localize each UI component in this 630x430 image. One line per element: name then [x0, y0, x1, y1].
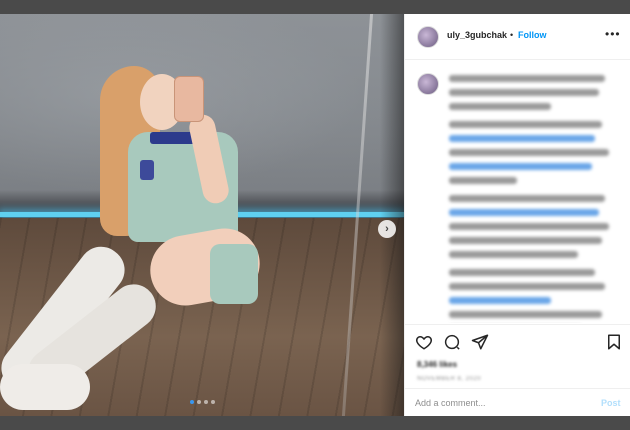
- caption-line: [449, 149, 609, 156]
- post-photo[interactable]: ›: [0, 14, 404, 416]
- post-modal: › uly_3gubchak • Follow ••• 8,346 likes …: [0, 14, 630, 416]
- caption-line: [449, 103, 551, 110]
- separator-dot: •: [510, 30, 514, 40]
- likes-count[interactable]: 8,346 likes: [417, 360, 457, 369]
- caption-line: [449, 311, 602, 318]
- avatar[interactable]: [417, 26, 439, 48]
- username-link[interactable]: uly_3gubchak: [447, 30, 507, 40]
- action-bar: [405, 324, 630, 354]
- caption-line: [449, 297, 551, 304]
- carousel-dot: [204, 400, 208, 404]
- top-band: [0, 0, 630, 14]
- caption-line: [449, 163, 592, 170]
- caption-line: [449, 75, 606, 82]
- post-comment-button[interactable]: Post: [601, 398, 621, 408]
- caption-area: [405, 61, 630, 323]
- caption-avatar[interactable]: [417, 73, 439, 95]
- caption-line: [449, 283, 606, 290]
- comment-icon[interactable]: [443, 333, 461, 351]
- bottom-band: [0, 416, 630, 430]
- comment-bar: Post: [405, 388, 630, 416]
- caption-line: [449, 269, 596, 276]
- caption-line: [449, 121, 602, 128]
- post-header: uly_3gubchak • Follow •••: [405, 14, 630, 60]
- carousel-dot: [211, 400, 215, 404]
- follow-button[interactable]: Follow: [518, 30, 547, 40]
- more-options-icon[interactable]: •••: [605, 27, 621, 41]
- carousel-dot: [197, 400, 201, 404]
- share-icon[interactable]: [471, 333, 489, 351]
- caption-line: [449, 135, 596, 142]
- caption-line: [449, 223, 609, 230]
- photo-phone: [174, 76, 204, 122]
- post-date[interactable]: NOVEMBER 8, 2020: [417, 376, 481, 382]
- blurred-caption-text: [449, 75, 619, 323]
- caption-line: [449, 195, 606, 202]
- heart-icon[interactable]: [415, 333, 433, 351]
- caption-line: [449, 177, 517, 184]
- comment-input[interactable]: [415, 395, 585, 411]
- carousel-dot: [190, 400, 194, 404]
- next-image-button[interactable]: ›: [378, 220, 396, 238]
- chevron-right-icon: ›: [385, 223, 389, 235]
- caption-line: [449, 237, 602, 244]
- bookmark-icon[interactable]: [605, 333, 623, 351]
- post-side-panel: uly_3gubchak • Follow ••• 8,346 likes NO: [404, 14, 630, 416]
- caption-line: [449, 251, 579, 258]
- caption-line: [449, 209, 599, 216]
- caption-line: [449, 89, 599, 96]
- carousel-dots: [190, 400, 215, 404]
